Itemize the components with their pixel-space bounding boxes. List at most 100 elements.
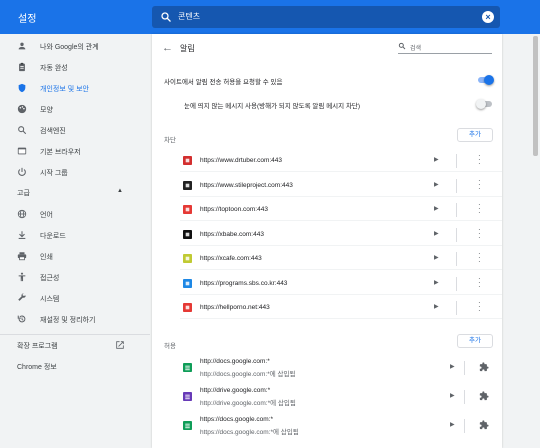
site-favicon-icon [183,278,192,288]
blocked-site-row[interactable]: https://programs.sbs.co.kr:443 ▶ · · · [152,271,502,295]
blocked-site-row[interactable]: https://xbabe.com:443 ▶ · · · [152,222,502,246]
sidebar-item-printing[interactable]: 인쇄 [0,246,150,266]
sidebar-advanced-toggle[interactable]: 고급 ▲ [17,188,123,198]
chevron-right-icon[interactable]: ▶ [434,279,439,286]
add-block-button[interactable]: 추가 [457,128,493,142]
allowed-site-row[interactable]: http://docs.google.com:* http://docs.goog… [152,354,502,382]
add-allow-button[interactable]: 추가 [457,334,493,348]
row-separator [456,154,457,168]
open-in-new-icon[interactable] [115,340,125,350]
about-chrome-label: Chrome 정보 [17,364,57,371]
download-icon [17,230,27,240]
sidebar-item-about-chrome[interactable]: Chrome 정보 [17,362,57,372]
printer-icon [17,251,27,261]
site-favicon-icon [183,392,192,401]
sidebar-item-label: 언어 [40,212,53,219]
sidebar-divider [0,334,150,335]
chevron-right-icon[interactable]: ▶ [450,392,455,399]
chevron-right-icon[interactable]: ▶ [434,230,439,237]
more-vert-icon[interactable]: · · · [478,274,481,290]
allowed-site-row[interactable]: https://docs.google.com:* https://docs.go… [152,412,502,440]
sidebar-item-accessibility[interactable]: 접근성 [0,267,150,287]
settings-search[interactable]: 콘텐츠 × [152,6,500,28]
clear-search-icon[interactable]: × [482,11,494,23]
sidebar-item-label: 인쇄 [40,254,53,261]
sidebar-item-search-engine[interactable]: 검색엔진 [0,120,150,140]
blocked-site-row[interactable]: https://www.stileproject.com:443 ▶ · · · [152,173,502,197]
search-placeholder: 검색 [410,46,422,52]
row-separator [456,227,457,242]
more-vert-icon[interactable]: · · · [478,250,481,266]
row-separator [456,301,457,315]
blocked-site-row[interactable]: https://xcafe.com:443 ▶ · · · [152,246,502,270]
ask-permission-row: 사이트에서 알림 전송 허용을 요청할 수 있음 [152,68,502,90]
search-icon [398,42,406,50]
site-url: https://xcafe.com:443 [200,255,262,262]
sidebar-item-appearance[interactable]: 모양 [0,99,150,119]
site-embedded-text: http://docs.google.com:*에 삽입됨 [200,371,296,378]
search-input[interactable]: 콘텐츠 [178,11,200,22]
palette-icon [17,104,27,114]
power-icon [17,167,27,177]
puzzle-icon[interactable] [479,420,489,430]
more-vert-icon[interactable]: · · · [478,176,481,192]
puzzle-icon[interactable] [479,391,489,401]
sidebar-item-reset[interactable]: 재설정 및 정리하기 [0,309,150,329]
more-vert-icon[interactable]: · · · [478,201,481,217]
site-url: http://drive.google.com:* [200,387,271,394]
sidebar-item-autofill[interactable]: 자동 완성 [0,57,150,77]
chevron-right-icon[interactable]: ▶ [434,205,439,212]
site-favicon-icon [183,303,192,312]
quiet-messaging-row: 눈에 띄지 않는 메시지 사용(방해가 되지 않도록 알림 메시지 차단) [152,94,502,114]
blocked-site-row[interactable]: https://hellporno.net:443 ▶ · · · [152,295,502,319]
sidebar-item-default-browser[interactable]: 기본 브라우저 [0,141,150,161]
row-separator [456,252,457,266]
site-url: https://programs.sbs.co.kr:443 [200,279,288,287]
scrollbar[interactable] [531,34,540,448]
sidebar-item-you-and-google[interactable]: 나와 Google의 관계 [0,36,150,56]
ask-permission-toggle[interactable] [478,75,494,85]
more-vert-icon[interactable]: · · · [478,152,481,168]
sidebar-item-label: 자동 완성 [40,65,68,72]
chevron-right-icon[interactable]: ▶ [434,303,439,310]
site-favicon-icon [183,229,192,239]
sidebar-item-label: 접근성 [40,275,60,282]
quiet-messaging-toggle[interactable] [476,99,492,109]
back-arrow-icon[interactable]: ← [162,42,173,54]
allowed-site-row[interactable]: http://drive.google.com:* http://drive.go… [152,383,502,411]
more-vert-icon[interactable]: · · · [478,299,481,315]
site-url: https://www.stileproject.com:443 [200,181,293,189]
sidebar-item-privacy[interactable]: 개인정보 및 보안 [0,78,150,98]
sidebar-item-system[interactable]: 시스템 [0,288,150,308]
sidebar-item-on-startup[interactable]: 시작 그룹 [0,162,150,182]
sidebar-item-label: 나와 Google의 관계 [40,44,99,51]
chevron-right-icon[interactable]: ▶ [450,363,455,370]
blocked-site-row[interactable]: https://toptoon.com:443 ▶ · · · [152,197,502,221]
site-url: https://hellporno.net:443 [200,304,270,311]
clipboard-icon [17,62,27,72]
row-separator [464,390,465,404]
site-favicon-icon [183,254,192,263]
sidebar: 나와 Google의 관계 자동 완성 개인정보 및 보안 모양 검색엔진 기본… [0,34,150,448]
site-search-field[interactable]: 검색 [398,40,492,54]
row-separator [464,361,465,375]
site-favicon-icon [183,421,192,430]
site-url: http://docs.google.com:* [200,358,270,365]
blocked-site-row[interactable]: https://www.drtuber.com:443 ▶ · · · [152,148,502,172]
quiet-messaging-label: 눈에 띄지 않는 메시지 사용(방해가 되지 않도록 알림 메시지 차단) [184,103,361,110]
chevron-right-icon[interactable]: ▶ [434,254,439,261]
sidebar-item-extensions[interactable]: 확장 프로그램 [17,341,58,351]
sidebar-item-languages[interactable]: 언어 [0,204,150,224]
row-separator [456,276,457,291]
search-icon [160,11,172,23]
more-vert-icon[interactable]: · · · [478,225,481,241]
chevron-right-icon[interactable]: ▶ [434,181,439,188]
advanced-label: 고급 [17,190,30,197]
scrollbar-thumb[interactable] [533,36,538,156]
sidebar-item-label: 재설정 및 정리하기 [40,317,96,324]
sidebar-item-downloads[interactable]: 다운로드 [0,225,150,245]
chevron-right-icon[interactable]: ▶ [434,156,439,163]
row-separator [456,203,457,217]
chevron-right-icon[interactable]: ▶ [450,421,455,428]
puzzle-icon[interactable] [479,362,489,372]
